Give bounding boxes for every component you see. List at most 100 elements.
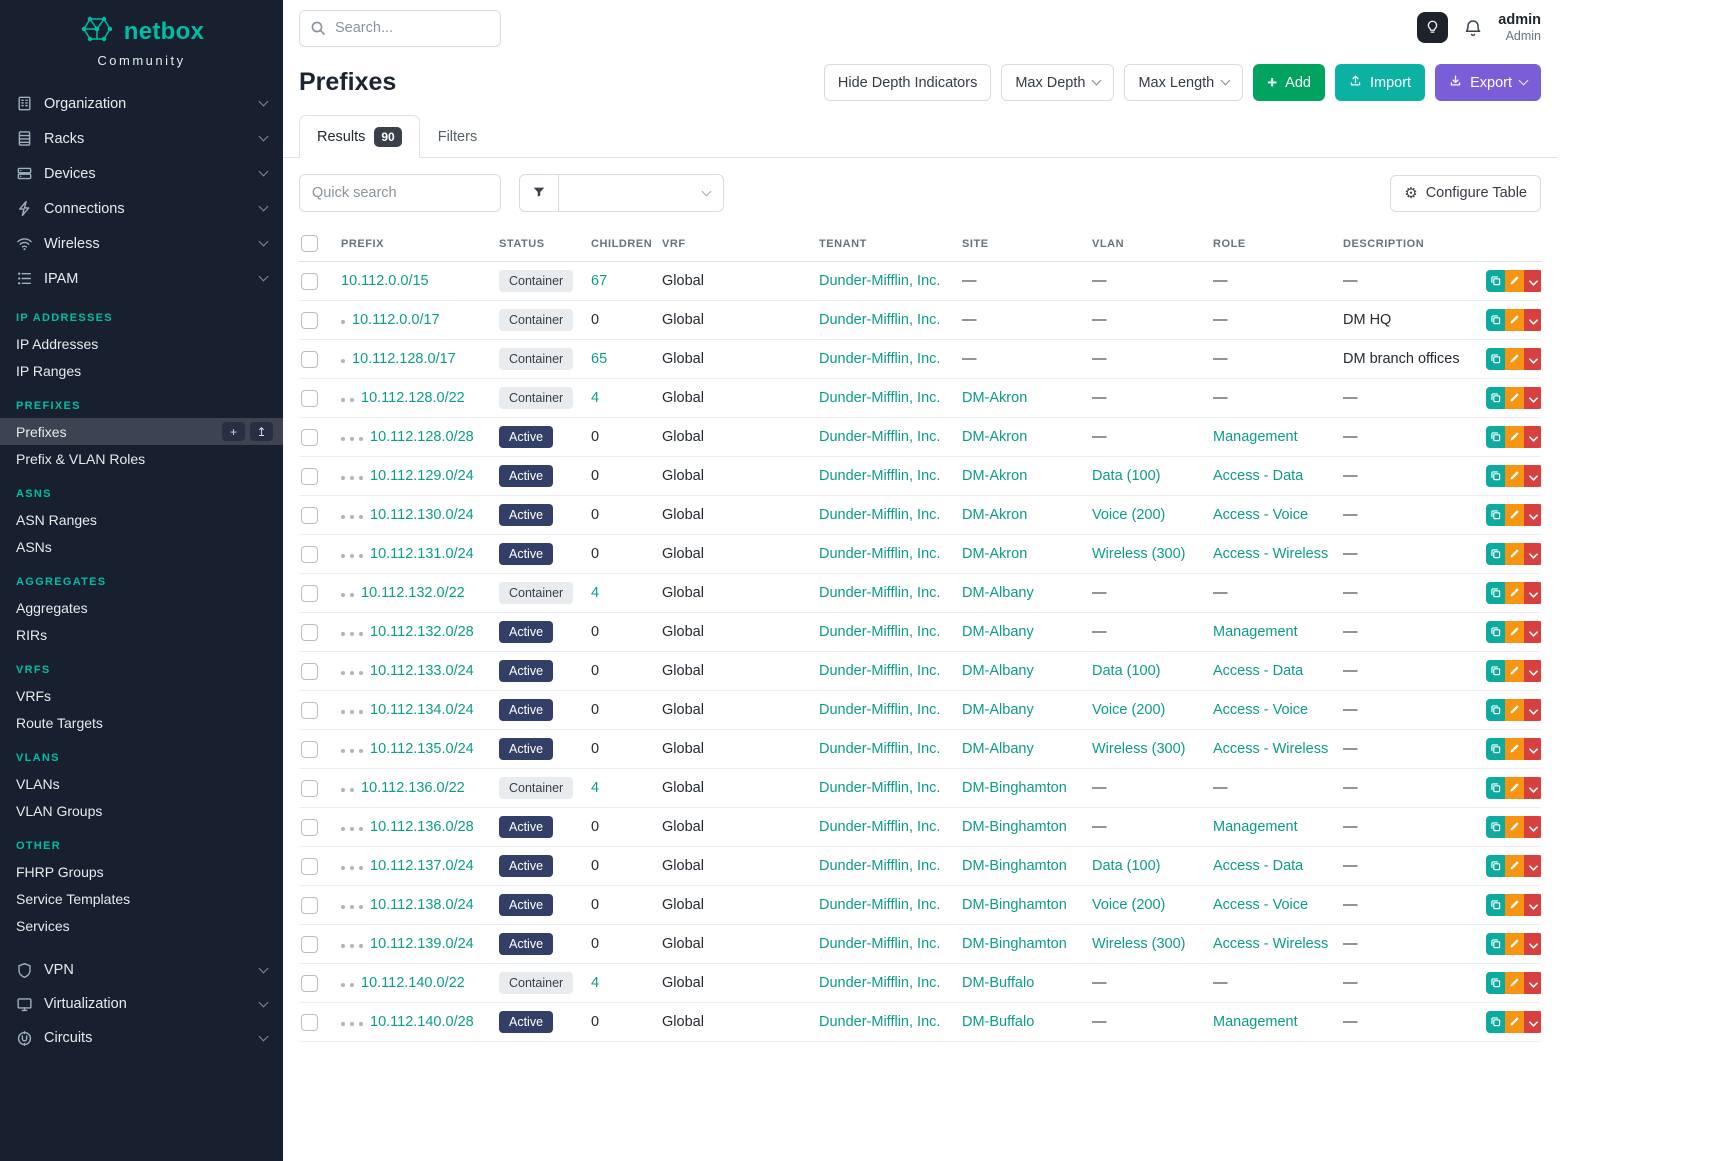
prefix-link[interactable]: 10.112.136.0/22 — [361, 780, 465, 796]
children-count-link[interactable]: 65 — [591, 351, 607, 367]
sidebar-item-virtualization[interactable]: Virtualization — [0, 987, 283, 1021]
site-link[interactable]: DM-Albany — [962, 663, 1034, 679]
tenant-link[interactable]: Dunder-Mifflin, Inc. — [819, 897, 940, 913]
more-actions-button[interactable] — [1524, 777, 1541, 799]
sidebar-item-services[interactable]: Services — [0, 912, 283, 939]
more-actions-button[interactable] — [1524, 426, 1541, 448]
copy-button[interactable] — [1486, 738, 1505, 760]
tenant-link[interactable]: Dunder-Mifflin, Inc. — [819, 819, 940, 835]
notifications-bell-icon[interactable] — [1463, 18, 1483, 38]
tenant-link[interactable]: Dunder-Mifflin, Inc. — [819, 273, 940, 289]
prefix-link[interactable]: 10.112.136.0/28 — [370, 819, 474, 835]
copy-button[interactable] — [1486, 348, 1505, 370]
column-header-description[interactable]: Description — [1335, 226, 1478, 262]
row-checkbox[interactable] — [301, 780, 318, 797]
vlan-link[interactable]: Wireless (300) — [1092, 936, 1185, 952]
tenant-link[interactable]: Dunder-Mifflin, Inc. — [819, 585, 940, 601]
sidebar-item-connections[interactable]: Connections — [0, 191, 283, 226]
max-length-dropdown[interactable]: Max Length — [1124, 64, 1243, 101]
row-checkbox[interactable] — [301, 1014, 318, 1031]
copy-button[interactable] — [1486, 1011, 1505, 1033]
copy-button[interactable] — [1486, 855, 1505, 877]
sidebar-item-route-targets[interactable]: Route Targets — [0, 709, 283, 736]
tenant-link[interactable]: Dunder-Mifflin, Inc. — [819, 975, 940, 991]
children-count-link[interactable]: 67 — [591, 273, 607, 289]
sidebar-item-rirs[interactable]: RIRs — [0, 621, 283, 648]
import-button[interactable]: Import — [1335, 64, 1425, 101]
edit-button[interactable] — [1505, 855, 1524, 877]
copy-button[interactable] — [1486, 465, 1505, 487]
saved-filter-select[interactable] — [559, 174, 724, 212]
tenant-link[interactable]: Dunder-Mifflin, Inc. — [819, 507, 940, 523]
column-header-vrf[interactable]: VRF — [654, 226, 811, 262]
sidebar-item-ip-addresses[interactable]: IP Addresses — [0, 330, 283, 357]
row-checkbox[interactable] — [301, 390, 318, 407]
role-link[interactable]: Access - Wireless — [1213, 546, 1328, 562]
vlan-link[interactable]: Voice (200) — [1092, 507, 1165, 523]
site-link[interactable]: DM-Buffalo — [962, 975, 1034, 991]
row-checkbox[interactable] — [301, 273, 318, 290]
row-checkbox[interactable] — [301, 858, 318, 875]
edit-button[interactable] — [1505, 816, 1524, 838]
tenant-link[interactable]: Dunder-Mifflin, Inc. — [819, 780, 940, 796]
edit-button[interactable] — [1505, 387, 1524, 409]
prefix-link[interactable]: 10.112.139.0/24 — [370, 936, 474, 952]
column-header-vlan[interactable]: VLAN — [1084, 226, 1205, 262]
theme-toggle-button[interactable] — [1417, 12, 1448, 43]
site-link[interactable]: DM-Akron — [962, 390, 1027, 406]
vlan-link[interactable]: Voice (200) — [1092, 897, 1165, 913]
copy-button[interactable] — [1486, 816, 1505, 838]
prefix-link[interactable]: 10.112.134.0/24 — [370, 702, 474, 718]
vlan-link[interactable]: Voice (200) — [1092, 702, 1165, 718]
site-link[interactable]: DM-Akron — [962, 429, 1027, 445]
prefix-link[interactable]: 10.112.132.0/22 — [361, 585, 465, 601]
vlan-link[interactable]: Data (100) — [1092, 663, 1161, 679]
site-link[interactable]: DM-Akron — [962, 507, 1027, 523]
more-actions-button[interactable] — [1524, 816, 1541, 838]
site-link[interactable]: DM-Akron — [962, 546, 1027, 562]
row-checkbox[interactable] — [301, 585, 318, 602]
site-link[interactable]: DM-Albany — [962, 585, 1034, 601]
role-link[interactable]: Access - Data — [1213, 858, 1303, 874]
tab-results[interactable]: Results 90 — [299, 115, 420, 158]
role-link[interactable]: Access - Wireless — [1213, 936, 1328, 952]
copy-button[interactable] — [1486, 309, 1505, 331]
tenant-link[interactable]: Dunder-Mifflin, Inc. — [819, 663, 940, 679]
tenant-link[interactable]: Dunder-Mifflin, Inc. — [819, 741, 940, 757]
vlan-link[interactable]: Data (100) — [1092, 468, 1161, 484]
sidebar-item-ipam[interactable]: IPAM — [0, 261, 283, 296]
role-link[interactable]: Access - Voice — [1213, 702, 1308, 718]
role-link[interactable]: Access - Wireless — [1213, 741, 1328, 757]
tenant-link[interactable]: Dunder-Mifflin, Inc. — [819, 546, 940, 562]
copy-button[interactable] — [1486, 387, 1505, 409]
prefix-link[interactable]: 10.112.0.0/17 — [352, 312, 440, 328]
more-actions-button[interactable] — [1524, 309, 1541, 331]
copy-button[interactable] — [1486, 933, 1505, 955]
tenant-link[interactable]: Dunder-Mifflin, Inc. — [819, 390, 940, 406]
vlan-link[interactable]: Wireless (300) — [1092, 741, 1185, 757]
vlan-link[interactable]: Wireless (300) — [1092, 546, 1185, 562]
site-link[interactable]: DM-Albany — [962, 702, 1034, 718]
children-count-link[interactable]: 4 — [591, 390, 599, 406]
prefix-link[interactable]: 10.112.128.0/17 — [352, 351, 456, 367]
row-checkbox[interactable] — [301, 819, 318, 836]
more-actions-button[interactable] — [1524, 894, 1541, 916]
row-checkbox[interactable] — [301, 975, 318, 992]
edit-button[interactable] — [1505, 348, 1524, 370]
more-actions-button[interactable] — [1524, 543, 1541, 565]
prefix-link[interactable]: 10.112.129.0/24 — [370, 468, 474, 484]
edit-button[interactable] — [1505, 660, 1524, 682]
tenant-link[interactable]: Dunder-Mifflin, Inc. — [819, 351, 940, 367]
role-link[interactable]: Access - Data — [1213, 663, 1303, 679]
sidebar-item-racks[interactable]: Racks — [0, 121, 283, 156]
filter-button[interactable] — [519, 174, 559, 212]
quick-search-input[interactable] — [299, 174, 501, 212]
sidebar-item-wireless[interactable]: Wireless — [0, 226, 283, 261]
add-button[interactable]: + Add — [1253, 64, 1325, 101]
edit-button[interactable] — [1505, 543, 1524, 565]
sidebar-item-devices[interactable]: Devices — [0, 156, 283, 191]
row-checkbox[interactable] — [301, 624, 318, 641]
edit-button[interactable] — [1505, 426, 1524, 448]
prefix-link[interactable]: 10.112.138.0/24 — [370, 897, 474, 913]
sidebar-item-vpn[interactable]: VPN — [0, 953, 283, 987]
